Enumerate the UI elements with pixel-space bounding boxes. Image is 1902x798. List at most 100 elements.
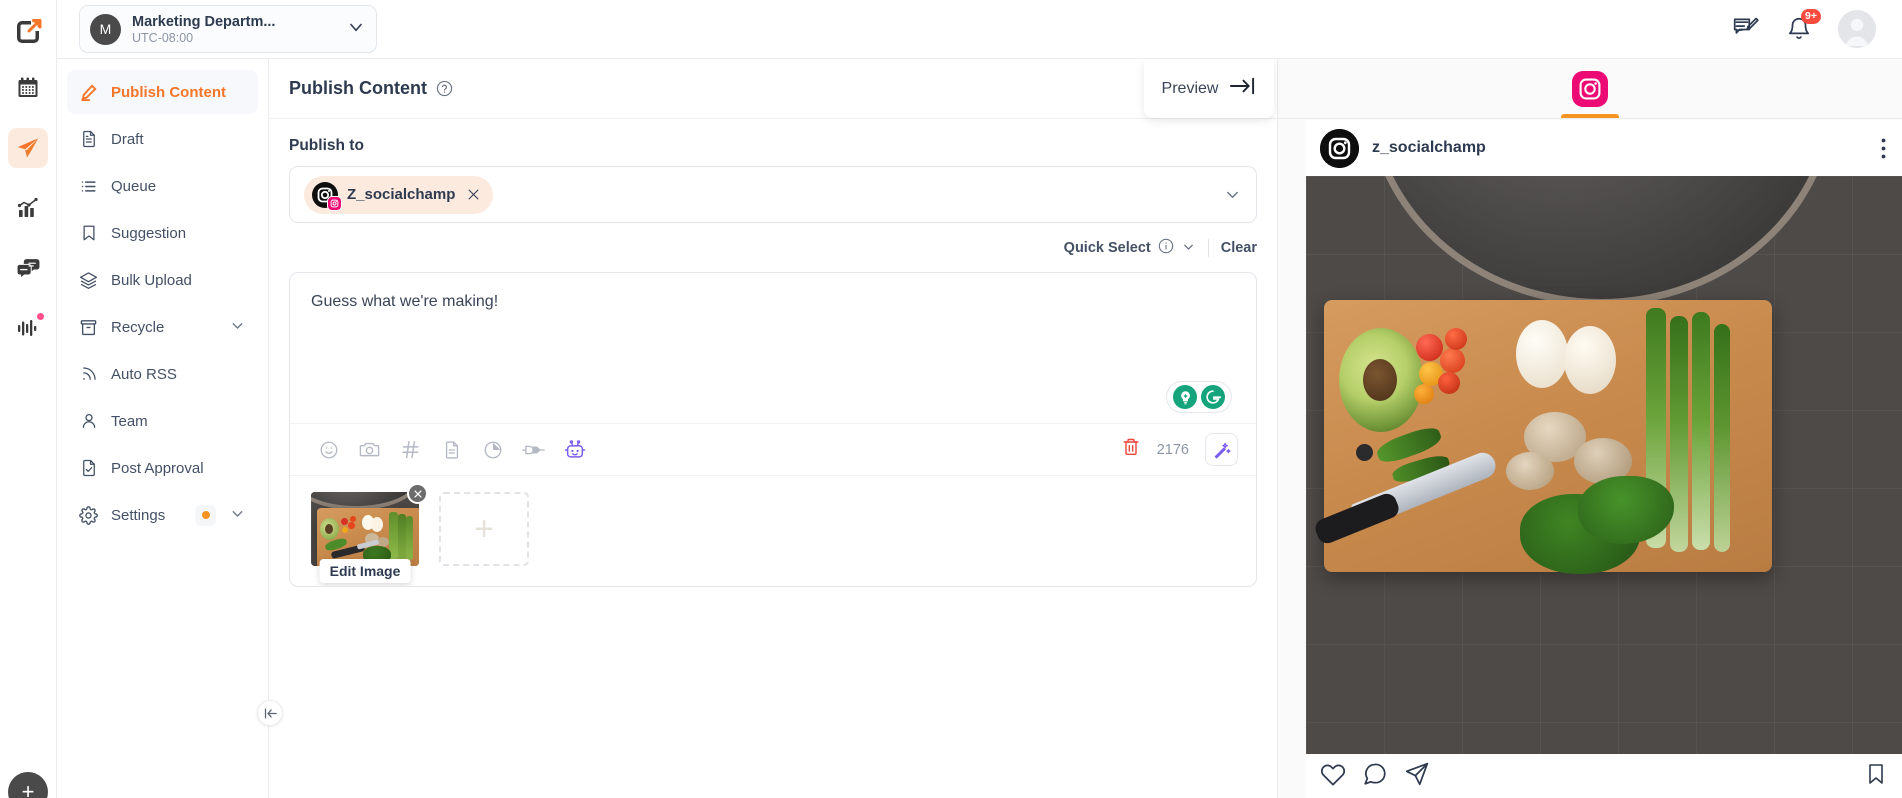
calendar-icon [18, 77, 38, 97]
composer-panel: Publish Content Publish to Z_socialchamp… [269, 59, 1277, 798]
chevron-down-icon[interactable] [1181, 239, 1196, 258]
create-new-button[interactable]: + [8, 772, 48, 798]
workspace-selector[interactable]: M Marketing Departm... UTC-08:00 [79, 5, 377, 53]
rail-notification-dot [37, 313, 44, 320]
chevron-down-icon[interactable] [346, 17, 366, 42]
close-icon[interactable] [464, 187, 481, 202]
grammarly-pill[interactable] [1166, 381, 1232, 413]
emoji-icon[interactable] [308, 434, 349, 466]
workspace-name: Marketing Departm... [132, 13, 276, 30]
plus-icon: + [474, 510, 494, 548]
rail-item-monitor[interactable] [8, 308, 48, 348]
grammarly-widget[interactable] [290, 381, 1256, 413]
document-check-icon [79, 459, 98, 478]
preview-post-image [1306, 176, 1902, 754]
post-editor: Guess what we're making! 2176 Edit Image… [289, 272, 1257, 587]
tab-instagram[interactable] [1561, 71, 1619, 118]
sidebar-item-bulk-upload[interactable]: Bulk Upload [67, 258, 258, 302]
notification-badge: 9+ [1801, 9, 1821, 24]
bookmark-icon[interactable] [1864, 762, 1888, 791]
layers-icon [79, 271, 98, 290]
add-media-button[interactable]: + [439, 492, 529, 566]
archive-icon [79, 318, 98, 337]
socialchamp-logo-icon[interactable] [8, 12, 48, 52]
close-icon[interactable] [407, 483, 428, 504]
workspace-text: Marketing Departm... UTC-08:00 [132, 14, 346, 45]
grammarly-icon[interactable] [1201, 385, 1225, 409]
sidebar-label: Auto RSS [111, 365, 177, 383]
sidebar-item-auto-rss[interactable]: Auto RSS [67, 352, 258, 396]
sidebar: Publish Content Draft Queue Suggestion B [57, 59, 269, 798]
toolbar-right-actions: 2176 [1121, 433, 1238, 466]
sidebar-label: Draft [111, 130, 144, 148]
rail-item-analytics[interactable] [8, 188, 48, 228]
lightbulb-icon[interactable] [1173, 385, 1197, 409]
bookmark-icon [79, 224, 98, 243]
rail-item-inbox[interactable] [8, 248, 48, 288]
heart-icon[interactable] [1320, 761, 1346, 792]
media-thumbnail-image [311, 492, 419, 566]
account-avatar [312, 181, 342, 211]
rss-icon [79, 365, 98, 384]
preview-toggle-button[interactable]: Preview [1144, 59, 1274, 118]
chevron-down-icon[interactable] [229, 505, 246, 526]
magic-wand-button[interactable] [1205, 433, 1238, 466]
edit-image-tooltip[interactable]: Edit Image [319, 559, 411, 583]
sidebar-item-suggestion[interactable]: Suggestion [67, 211, 258, 255]
preview-account-avatar [1320, 128, 1359, 168]
media-thumbnail[interactable]: Edit Image [311, 483, 428, 583]
document-icon[interactable] [431, 434, 472, 466]
sidebar-label: Publish Content [111, 83, 226, 101]
instagram-preview-card: z_socialchamp [1306, 120, 1902, 798]
publish-to-label: Publish to [289, 137, 364, 154]
arrow-right-to-bar-icon [1229, 77, 1256, 100]
question-mark-icon[interactable] [436, 80, 453, 97]
sidebar-item-queue[interactable]: Queue [67, 164, 258, 208]
share-icon[interactable] [1404, 761, 1430, 792]
rail-item-calendar[interactable] [8, 68, 48, 108]
account-chip[interactable]: Z_socialchamp [304, 175, 494, 214]
chevron-down-icon[interactable] [229, 317, 246, 338]
collapse-sidebar-button[interactable] [257, 700, 283, 726]
sidebar-item-team[interactable]: Team [67, 399, 258, 443]
ai-robot-icon[interactable] [554, 434, 595, 466]
publish-to-select[interactable]: Z_socialchamp [289, 166, 1257, 223]
compose-message-icon[interactable] [1733, 16, 1760, 43]
preview-post-actions [1306, 754, 1902, 798]
sidebar-item-recycle[interactable]: Recycle [67, 305, 258, 349]
sidebar-label: Team [111, 412, 148, 430]
plug-icon[interactable] [513, 434, 554, 466]
sidebar-item-publish-content[interactable]: Publish Content [67, 70, 258, 114]
preview-account-name: z_socialchamp [1372, 139, 1486, 156]
gear-icon [79, 505, 98, 525]
quick-select-button[interactable]: Quick Select [1064, 238, 1196, 258]
more-vertical-icon[interactable] [1878, 138, 1888, 159]
trash-icon[interactable] [1121, 437, 1141, 462]
app-root: + M Marketing Departm... UTC-08:00 9+ Pu… [0, 0, 1902, 798]
account-name: Z_socialchamp [347, 186, 456, 203]
preview-button-label: Preview [1161, 79, 1219, 97]
paper-plane-icon [17, 138, 39, 158]
quick-select-label: Quick Select [1063, 240, 1151, 256]
tab-active-underline [1561, 114, 1619, 118]
rail-item-publish[interactable] [8, 128, 48, 168]
clear-button[interactable]: Clear [1221, 240, 1257, 256]
avatar[interactable] [1838, 10, 1876, 48]
media-attachments: Edit Image + [290, 475, 1256, 586]
sidebar-item-post-approval[interactable]: Post Approval [67, 446, 258, 490]
hashtag-icon[interactable] [390, 434, 431, 466]
document-icon [79, 130, 98, 149]
top-bar: M Marketing Departm... UTC-08:00 9+ [57, 0, 1902, 59]
sidebar-item-draft[interactable]: Draft [67, 117, 258, 161]
bell-icon[interactable]: 9+ [1786, 9, 1821, 42]
settings-alert-badge [195, 504, 216, 526]
camera-icon[interactable] [349, 434, 390, 466]
chevron-down-icon[interactable] [1223, 185, 1242, 204]
audio-waveform-icon [18, 320, 37, 336]
sidebar-label: Queue [111, 177, 157, 195]
info-icon[interactable] [1158, 238, 1174, 258]
comment-icon[interactable] [1362, 761, 1388, 792]
sidebar-item-settings[interactable]: Settings [67, 493, 258, 537]
post-text-input[interactable]: Guess what we're making! [290, 273, 1256, 381]
pie-chart-icon[interactable] [472, 434, 513, 466]
